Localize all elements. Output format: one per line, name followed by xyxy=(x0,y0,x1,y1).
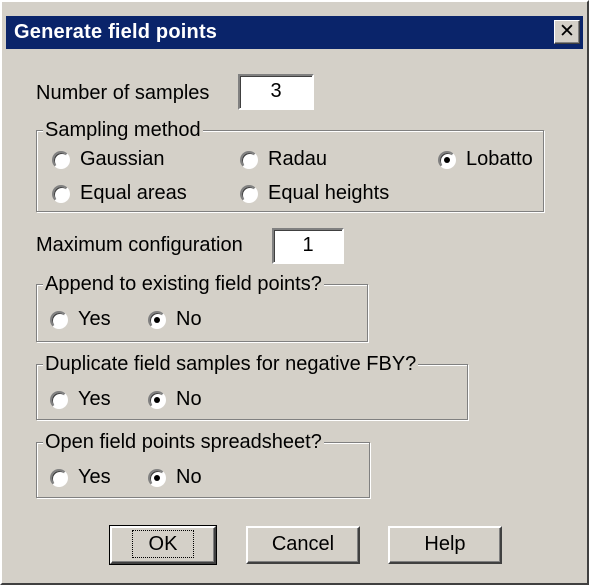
radio-label: Yes xyxy=(78,466,111,488)
radio-button-icon xyxy=(240,150,258,169)
max-config-label: Maximum configuration xyxy=(36,234,243,256)
radio-label: No xyxy=(176,388,202,410)
radio-radau[interactable]: Radau xyxy=(240,148,327,171)
radio-label: Yes xyxy=(78,388,111,410)
append-no-radio[interactable]: No xyxy=(148,308,202,331)
spreadsheet-no-radio[interactable]: No xyxy=(148,466,202,489)
dialog-title: Generate field points xyxy=(14,21,218,43)
spreadsheet-yes-radio[interactable]: Yes xyxy=(50,466,111,489)
radio-label: Yes xyxy=(78,308,111,330)
help-button[interactable]: Help xyxy=(388,526,502,564)
radio-label: No xyxy=(176,308,202,330)
radio-button-icon xyxy=(50,310,68,329)
ok-button-label: OK xyxy=(131,530,195,558)
sampling-method-legend: Sampling method xyxy=(43,118,203,142)
append-legend: Append to existing field points? xyxy=(43,272,324,296)
radio-button-icon xyxy=(148,390,166,409)
samples-input[interactable]: 3 xyxy=(238,74,314,110)
radio-label: Equal areas xyxy=(80,182,187,204)
radio-label: Radau xyxy=(268,148,327,170)
radio-equal-heights[interactable]: Equal heights xyxy=(240,182,389,205)
radio-button-icon xyxy=(50,468,68,487)
duplicate-yes-radio[interactable]: Yes xyxy=(50,388,111,411)
radio-label: Equal heights xyxy=(268,182,390,204)
spreadsheet-legend: Open field points spreadsheet? xyxy=(43,430,324,454)
close-button[interactable]: ✕ xyxy=(554,20,580,44)
ok-button[interactable]: OK xyxy=(109,525,217,565)
duplicate-legend: Duplicate field samples for negative FBY… xyxy=(43,352,419,376)
radio-label: No xyxy=(176,466,202,488)
title-bar[interactable]: Generate field points ✕ xyxy=(6,16,583,49)
radio-button-icon xyxy=(438,150,456,169)
radio-label: Gaussian xyxy=(80,148,165,170)
append-yes-radio[interactable]: Yes xyxy=(50,308,111,331)
radio-button-icon xyxy=(240,184,258,203)
radio-lobatto[interactable]: Lobatto xyxy=(438,148,533,171)
radio-label: Lobatto xyxy=(466,148,533,170)
max-config-input[interactable]: 1 xyxy=(272,228,344,264)
radio-button-icon xyxy=(50,390,68,409)
dialog-window: Generate field points ✕ Number of sample… xyxy=(0,0,589,585)
cancel-button[interactable]: Cancel xyxy=(246,526,360,564)
samples-label: Number of samples xyxy=(36,82,210,104)
radio-button-icon xyxy=(52,150,70,169)
radio-button-icon xyxy=(148,310,166,329)
radio-button-icon xyxy=(148,468,166,487)
radio-button-icon xyxy=(52,184,70,203)
close-icon: ✕ xyxy=(559,20,575,42)
radio-gaussian[interactable]: Gaussian xyxy=(52,148,165,171)
duplicate-no-radio[interactable]: No xyxy=(148,388,202,411)
radio-equal-areas[interactable]: Equal areas xyxy=(52,182,187,205)
